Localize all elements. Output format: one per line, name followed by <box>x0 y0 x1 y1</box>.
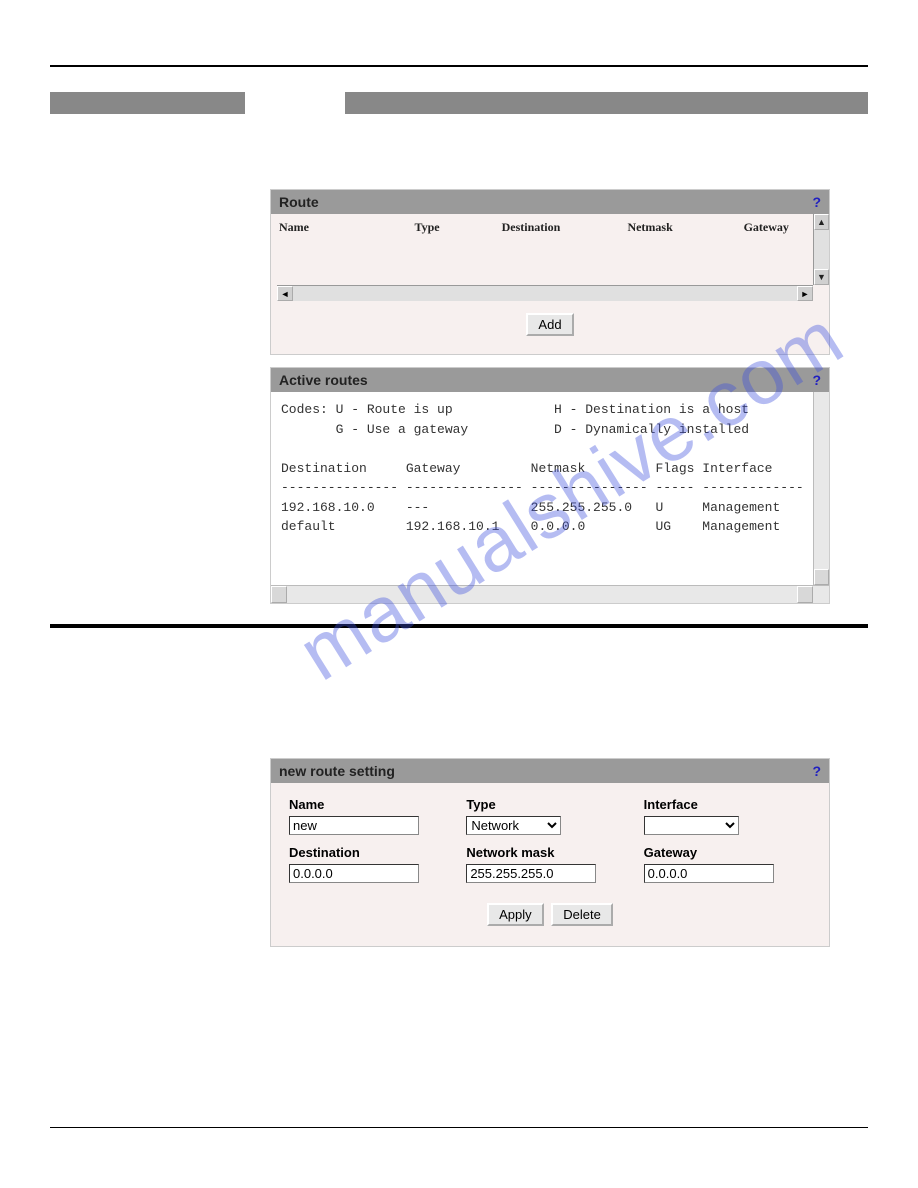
scroll-right-icon[interactable]: ► <box>797 286 813 301</box>
header-bar-right <box>345 92 868 114</box>
col-name: Name <box>279 220 415 235</box>
routes-table-header: Destination Gateway Netmask Flags Interf… <box>281 461 772 476</box>
name-input[interactable] <box>289 816 419 835</box>
routes-row: default 192.168.10.1 0.0.0.0 UG Manageme… <box>281 519 780 534</box>
interface-select[interactable] <box>644 816 739 835</box>
route-scrollbar-horizontal[interactable]: ◄ ► <box>277 285 813 301</box>
new-route-header: new route setting ? <box>271 759 829 783</box>
add-button[interactable]: Add <box>526 313 573 336</box>
destination-input[interactable] <box>289 864 419 883</box>
top-rule <box>50 65 868 67</box>
section-divider <box>50 624 868 628</box>
col-gateway: Gateway <box>744 220 821 235</box>
new-route-title: new route setting <box>279 763 395 779</box>
col-destination: Destination <box>502 220 628 235</box>
header-bar-left <box>50 92 245 114</box>
help-icon[interactable]: ? <box>812 372 821 388</box>
apply-button[interactable]: Apply <box>487 903 544 926</box>
gateway-label: Gateway <box>644 845 811 860</box>
codes-line-1: Codes: U - Route is up H - Destination i… <box>281 402 749 417</box>
delete-button[interactable]: Delete <box>551 903 613 926</box>
network-mask-input[interactable] <box>466 864 596 883</box>
interface-label: Interface <box>644 797 811 812</box>
scroll-left-icon[interactable]: ◄ <box>277 286 293 301</box>
type-select[interactable]: Network <box>466 816 561 835</box>
active-routes-body: Codes: U - Route is up H - Destination i… <box>271 392 829 603</box>
help-icon[interactable]: ? <box>812 194 821 210</box>
gateway-input[interactable] <box>644 864 774 883</box>
col-netmask: Netmask <box>627 220 743 235</box>
header-bars <box>50 92 868 114</box>
new-route-panel: new route setting ? Name Type Network In… <box>270 758 830 947</box>
network-mask-label: Network mask <box>466 845 633 860</box>
scroll-down-icon[interactable]: ▼ <box>814 269 829 285</box>
destination-label: Destination <box>289 845 456 860</box>
bottom-rule <box>50 1127 868 1128</box>
active-routes-scrollbar-horizontal[interactable] <box>271 585 829 603</box>
col-type: Type <box>415 220 502 235</box>
scroll-right-icon[interactable] <box>797 586 813 603</box>
route-panel: Route ? Name Type Destination Netmask Ga… <box>270 189 830 355</box>
active-routes-title: Active routes <box>279 372 368 388</box>
route-title: Route <box>279 194 319 210</box>
codes-line-2: G - Use a gateway D - Dynamically instal… <box>281 422 749 437</box>
active-routes-header: Active routes ? <box>271 368 829 392</box>
active-routes-scrollbar-vertical[interactable] <box>813 392 829 585</box>
route-panel-header: Route ? <box>271 190 829 214</box>
scroll-down-icon[interactable] <box>814 569 829 585</box>
active-routes-panel: Active routes ? Codes: U - Route is up H… <box>270 367 830 604</box>
route-scrollbar-vertical[interactable]: ▲ ▼ <box>813 214 829 285</box>
name-label: Name <box>289 797 456 812</box>
routes-table-divider: --------------- --------------- --------… <box>281 480 804 495</box>
scroll-up-icon[interactable]: ▲ <box>814 214 829 230</box>
route-column-headers: Name Type Destination Netmask Gateway ▲ … <box>271 214 829 285</box>
routes-row: 192.168.10.0 --- 255.255.255.0 U Managem… <box>281 500 780 515</box>
help-icon[interactable]: ? <box>812 763 821 779</box>
scroll-left-icon[interactable] <box>271 586 287 603</box>
type-label: Type <box>466 797 633 812</box>
